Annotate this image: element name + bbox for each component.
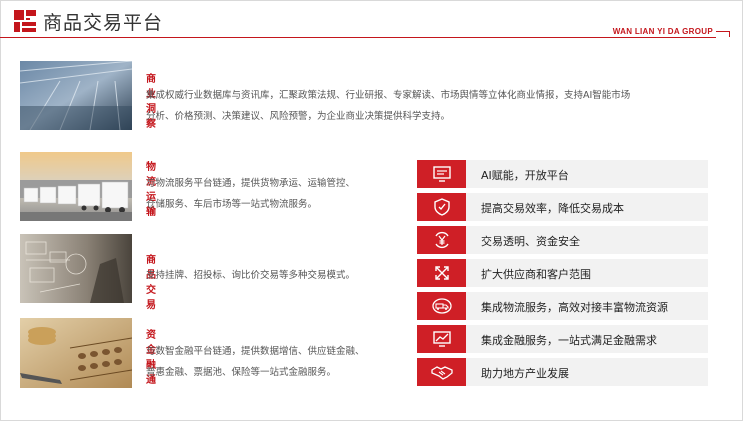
description-line: 分析、价格预测、决策建议、风险预警，为企业商业决策提供科学支持。 (146, 111, 451, 122)
feature-item: 提高交易效率，降低交易成本 (417, 193, 708, 221)
business-insight-image (20, 61, 132, 130)
feature-item: 集成金融服务，一站式满足金融需求 (417, 325, 708, 353)
feature-item: 助力地方产业发展 (417, 358, 708, 386)
feature-label: 扩大供应商和客户范围 (481, 268, 591, 281)
logistics-icon (431, 298, 452, 314)
shield-check-icon (433, 198, 450, 216)
description-line: 与物流服务平台链通，提供货物承运、运输管控、 (146, 178, 356, 189)
description-line: 支持挂牌、招投标、询比价交易等多种交易模式。 (146, 270, 356, 281)
brand-name: WAN LIAN YI DA GROUP (612, 27, 713, 36)
commodity-trading-image (20, 234, 132, 303)
description-line: 集成权威行业数据库与资讯库，汇聚政策法规、行业研报、专家解读、市场舆情等立体化商… (146, 90, 631, 101)
description-line: 普惠金融、票据池、保险等一站式金融服务。 (146, 367, 337, 378)
expand-arrows-icon (434, 266, 449, 280)
financing-abacus-image (20, 318, 132, 388)
header-divider-corner (716, 31, 730, 37)
header: 商品交易平台 WAN LIAN YI DA GROUP (0, 0, 743, 40)
feature-label: AI赋能，开放平台 (481, 169, 569, 182)
service-description: 与数智金融平台链通，提供数据增信、供应链金融、 普惠金融、票据池、保险等一站式金… (146, 341, 406, 383)
feature-item: 集成物流服务，高效对接丰富物流资源 (417, 292, 708, 320)
service-description: 支持挂牌、招投标、询比价交易等多种交易模式。 (146, 265, 406, 286)
feature-item: 交易透明、资金安全 (417, 226, 708, 254)
feature-label: 集成物流服务，高效对接丰富物流资源 (481, 301, 668, 314)
feature-item: AI赋能，开放平台 (417, 160, 708, 188)
finance-chart-icon (432, 331, 451, 347)
company-logo-icon (14, 10, 36, 32)
logistics-trucks-image (20, 152, 132, 221)
header-divider (0, 37, 716, 38)
description-line: 仓储服务、车后市场等一站式物流服务。 (146, 199, 318, 210)
feature-label: 交易透明、资金安全 (481, 235, 580, 248)
page-title: 商品交易平台 (43, 12, 164, 34)
description-line: 与数智金融平台链通，提供数据增信、供应链金融、 (146, 346, 365, 357)
feature-item: 扩大供应商和客户范围 (417, 259, 708, 287)
feature-label: 集成金融服务，一站式满足金融需求 (481, 334, 657, 347)
feature-label: 助力地方产业发展 (481, 367, 569, 380)
yuan-cycle-icon (434, 231, 449, 249)
service-description: 集成权威行业数据库与资讯库，汇聚政策法规、行业研报、专家解读、市场舆情等立体化商… (146, 85, 716, 127)
service-description: 与物流服务平台链通，提供货物承运、运输管控、 仓储服务、车后市场等一站式物流服务… (146, 173, 406, 215)
feature-label: 提高交易效率，降低交易成本 (481, 202, 624, 215)
ai-screen-icon (432, 166, 451, 182)
handshake-icon (430, 366, 453, 380)
